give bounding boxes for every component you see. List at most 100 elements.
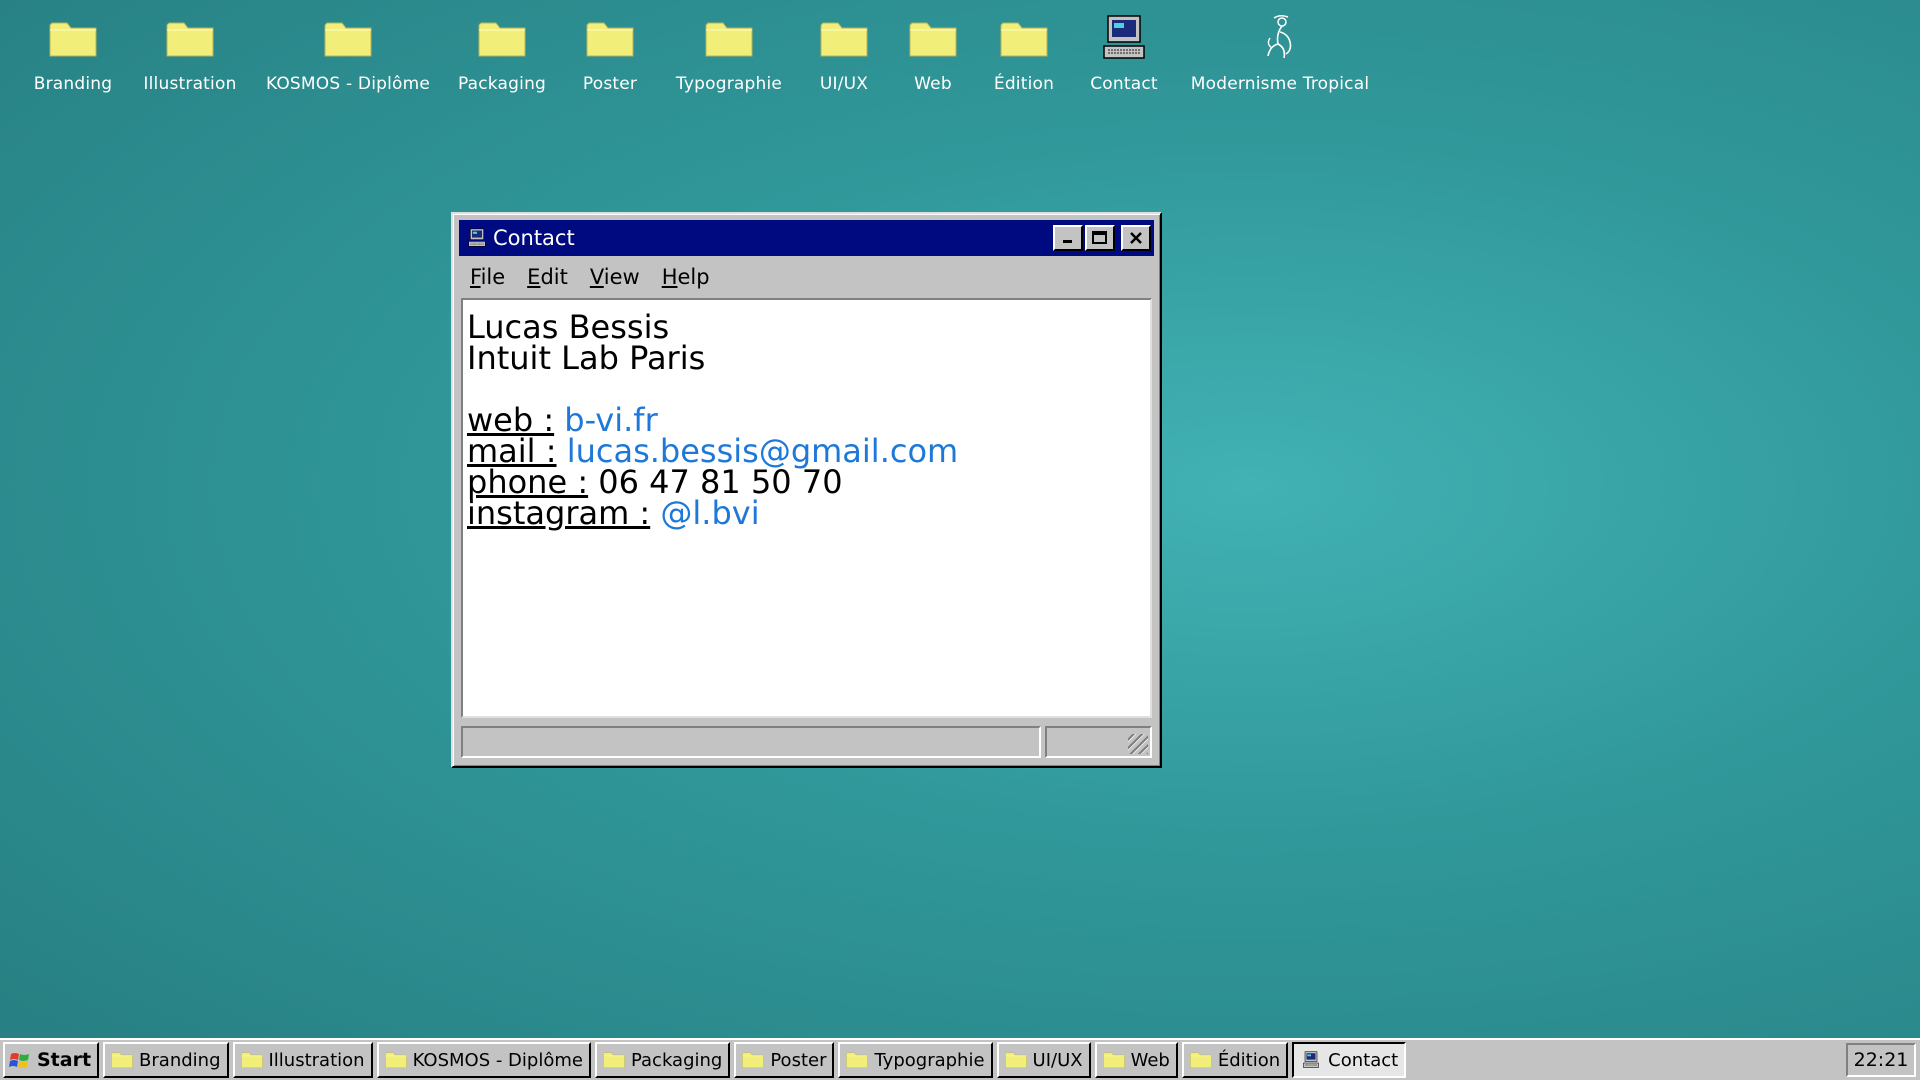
menu-accel: H bbox=[661, 265, 678, 289]
menubar: File Edit View Help bbox=[459, 260, 1154, 294]
taskbar-button-packaging[interactable]: Packaging bbox=[594, 1042, 731, 1078]
taskbar-clock[interactable]: 22:21 bbox=[1846, 1043, 1916, 1077]
computer-icon bbox=[1300, 1051, 1322, 1069]
taskbar-button-label: Poster bbox=[770, 1049, 827, 1071]
taskbar-button-label: Contact bbox=[1328, 1049, 1399, 1071]
taskbar-button-label: Packaging bbox=[630, 1049, 723, 1071]
taskbar-button-illustration[interactable]: Illustration bbox=[232, 1042, 373, 1078]
desktop-icon-label: Modernisme Tropical bbox=[1190, 74, 1370, 94]
statusbar bbox=[461, 726, 1152, 758]
menu-label-rest: elp bbox=[677, 265, 710, 289]
minimize-icon bbox=[1063, 240, 1072, 243]
start-button[interactable]: Start bbox=[3, 1042, 100, 1078]
desktop-icon-kosmos[interactable]: KOSMOS - Diplôme bbox=[265, 14, 431, 94]
windows-logo-icon bbox=[9, 1053, 29, 1068]
folder-icon bbox=[603, 1051, 625, 1069]
window-titlebar[interactable]: Contact bbox=[459, 220, 1154, 256]
folder-icon bbox=[385, 1051, 407, 1069]
computer-icon bbox=[467, 228, 487, 248]
menu-edit[interactable]: Edit bbox=[516, 265, 579, 289]
desktop-icon-illustration[interactable]: Illustration bbox=[140, 14, 240, 94]
menu-accel: E bbox=[527, 265, 541, 289]
taskbar-button-label: KOSMOS - Diplôme bbox=[412, 1049, 583, 1071]
folder-icon bbox=[478, 20, 526, 58]
taskbar-button-kosmos[interactable]: KOSMOS - Diplôme bbox=[376, 1042, 591, 1078]
maximize-button[interactable] bbox=[1085, 225, 1115, 251]
desktop-icon-label: Poster bbox=[582, 74, 638, 94]
menu-help[interactable]: Help bbox=[651, 265, 721, 289]
taskbar-button-typographie[interactable]: Typographie bbox=[838, 1042, 993, 1078]
desktop-icon-label: KOSMOS - Diplôme bbox=[265, 74, 431, 94]
desktop-icon-label: UI/UX bbox=[819, 74, 869, 94]
taskbar-button-label: Branding bbox=[139, 1049, 221, 1071]
folder-icon bbox=[742, 1051, 764, 1069]
status-pane-side bbox=[1045, 726, 1152, 758]
desktop-icon-label: Web bbox=[914, 74, 952, 94]
folder-icon bbox=[846, 1051, 868, 1069]
folder-icon bbox=[1190, 1051, 1212, 1069]
desktop-icons: Branding Illustration KOSMOS - Diplôme P… bbox=[0, 0, 1920, 110]
menu-accel: V bbox=[589, 265, 604, 289]
desktop-icon-modernisme-tropical[interactable]: Modernisme Tropical bbox=[1190, 14, 1370, 94]
computer-icon bbox=[1100, 14, 1148, 62]
menu-label-rest: iew bbox=[603, 265, 640, 289]
taskbar-button-label: UI/UX bbox=[1032, 1049, 1083, 1071]
folder-icon bbox=[820, 20, 868, 58]
close-button[interactable] bbox=[1121, 225, 1151, 251]
taskbar-button-label: Édition bbox=[1217, 1049, 1281, 1071]
taskbar-button-branding[interactable]: Branding bbox=[103, 1042, 229, 1078]
folder-icon bbox=[1000, 20, 1048, 58]
folder-icon bbox=[49, 20, 97, 58]
folder-icon bbox=[909, 20, 957, 58]
desktop-icon-typographie[interactable]: Typographie bbox=[674, 14, 784, 94]
desktop-icon-packaging[interactable]: Packaging bbox=[456, 14, 548, 94]
instagram-label: instagram : bbox=[467, 494, 651, 532]
taskbar-button-poster[interactable]: Poster bbox=[734, 1042, 835, 1078]
desktop-icon-label: Contact bbox=[1090, 74, 1158, 94]
desktop-icon-poster[interactable]: Poster bbox=[578, 14, 642, 94]
maximize-icon bbox=[1092, 231, 1107, 244]
folder-icon bbox=[241, 1051, 263, 1069]
desktop-icon-web[interactable]: Web bbox=[904, 14, 962, 94]
menu-label-rest: ile bbox=[480, 265, 506, 289]
desktop-icon-branding[interactable]: Branding bbox=[30, 14, 116, 94]
folder-icon bbox=[1103, 1051, 1125, 1069]
minimize-button[interactable] bbox=[1053, 225, 1083, 251]
close-icon bbox=[1130, 232, 1142, 244]
taskbar-button-contact[interactable]: Contact bbox=[1292, 1042, 1407, 1078]
desktop-icon-label: Branding bbox=[33, 74, 113, 94]
instagram-link[interactable]: @l.bvi bbox=[660, 494, 759, 532]
folder-icon bbox=[324, 20, 372, 58]
window-title: Contact bbox=[493, 226, 575, 250]
desktop-icon-label: Typographie bbox=[675, 74, 783, 94]
start-label: Start bbox=[37, 1049, 92, 1071]
desktop-icon-label: Édition bbox=[993, 74, 1055, 94]
menu-label-rest: dit bbox=[540, 265, 568, 289]
folder-icon bbox=[705, 20, 753, 58]
menu-file[interactable]: File bbox=[459, 265, 516, 289]
folder-icon bbox=[1005, 1051, 1027, 1069]
desktop-icon-label: Packaging bbox=[457, 74, 547, 94]
menu-accel: F bbox=[470, 265, 481, 289]
desktop-icon-contact[interactable]: Contact bbox=[1086, 14, 1162, 94]
taskbar: Start Branding Illustration KOSMOS - Dip… bbox=[0, 1038, 1920, 1080]
contact-window: Contact File Edit View Help Lucas Bessis… bbox=[451, 212, 1162, 768]
desktop-icon-edition[interactable]: Édition bbox=[988, 14, 1060, 94]
contact-instagram-row: instagram : @l.bvi bbox=[467, 497, 1150, 529]
taskbar-button-uiux[interactable]: UI/UX bbox=[996, 1042, 1091, 1078]
folder-icon bbox=[586, 20, 634, 58]
desktop-icon-label: Illustration bbox=[143, 74, 237, 94]
tropical-figure-icon bbox=[1256, 14, 1304, 62]
contact-company: Intuit Lab Paris bbox=[467, 339, 706, 377]
taskbar-button-label: Illustration bbox=[268, 1049, 365, 1071]
folder-icon bbox=[111, 1051, 133, 1069]
resize-grip-icon[interactable] bbox=[1128, 734, 1148, 754]
contact-content: Lucas Bessis Intuit Lab Paris web : b-vi… bbox=[461, 298, 1152, 718]
desktop-icon-uiux[interactable]: UI/UX bbox=[812, 14, 876, 94]
menu-view[interactable]: View bbox=[579, 265, 651, 289]
taskbar-button-web[interactable]: Web bbox=[1094, 1042, 1178, 1078]
taskbar-button-label: Typographie bbox=[874, 1049, 985, 1071]
folder-icon bbox=[166, 20, 214, 58]
taskbar-button-edition[interactable]: Édition bbox=[1181, 1042, 1289, 1078]
taskbar-button-label: Web bbox=[1130, 1049, 1170, 1071]
